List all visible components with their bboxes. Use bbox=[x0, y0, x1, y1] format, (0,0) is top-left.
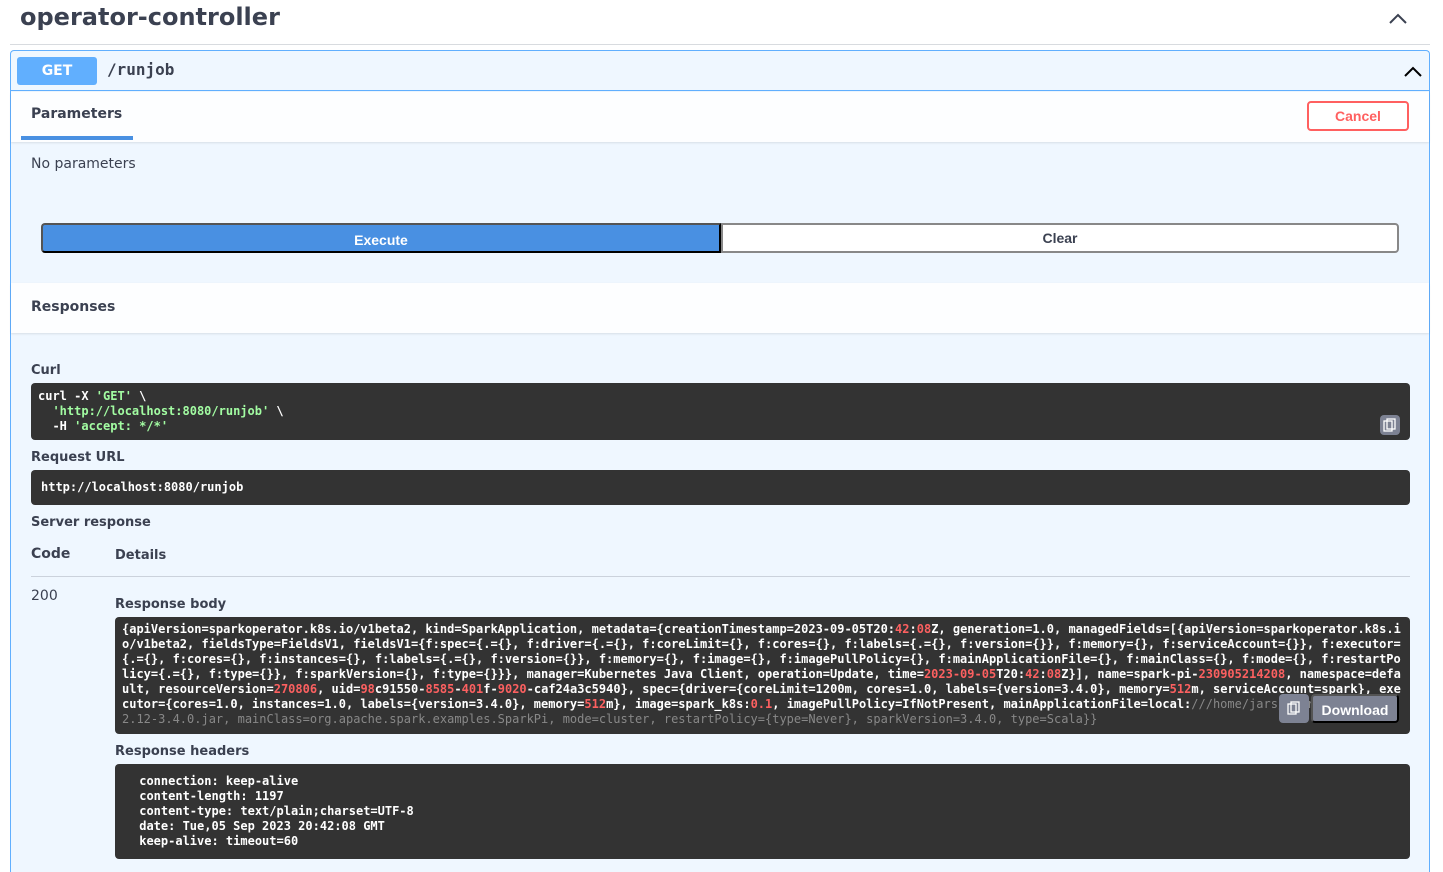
response-body-segment: 512 bbox=[1169, 682, 1192, 696]
column-code-header: Code bbox=[31, 546, 71, 562]
response-body-segment: , uid= bbox=[317, 682, 361, 696]
response-body-block[interactable]: {apiVersion=sparkoperator.k8s.io/v1beta2… bbox=[115, 617, 1410, 734]
cancel-button[interactable]: Cancel bbox=[1307, 101, 1409, 131]
table-divider bbox=[31, 576, 1410, 577]
response-body-segment: - bbox=[454, 682, 462, 696]
response-body-segment: T20: bbox=[996, 667, 1026, 681]
curl-indent bbox=[38, 404, 52, 418]
request-url-label: Request URL bbox=[31, 450, 125, 465]
curl-url: 'http://localhost:8080/runjob' bbox=[52, 404, 270, 418]
response-body-segment: : bbox=[1039, 667, 1047, 681]
curl-label: Curl bbox=[31, 363, 61, 378]
tab-parameters[interactable]: Parameters bbox=[21, 106, 133, 140]
chevron-up-icon[interactable] bbox=[1388, 10, 1408, 26]
curl-header-flag: -H bbox=[38, 419, 75, 433]
response-body-segment: 401 bbox=[461, 682, 484, 696]
response-body-segment: 0.1 bbox=[750, 697, 773, 711]
response-body-segment: 42 bbox=[1025, 667, 1040, 681]
response-body-segment: 230905214208 bbox=[1198, 667, 1286, 681]
curl-header: 'accept: */*' bbox=[74, 419, 169, 433]
curl-text: curl -X bbox=[38, 389, 96, 403]
tag-header[interactable]: operator-controller bbox=[10, 0, 1430, 45]
response-body-segment: 9020 bbox=[497, 682, 527, 696]
column-details-header: Details bbox=[115, 548, 167, 563]
responses-title: Responses bbox=[31, 299, 116, 315]
execute-button[interactable]: Execute bbox=[41, 223, 721, 253]
response-body-segment: 270806 bbox=[273, 682, 318, 696]
response-body-segment: f- bbox=[483, 682, 498, 696]
response-body-segment: : bbox=[909, 622, 917, 636]
response-body-segment: , imagePullPolicy=IfNotPresent, mainAppl… bbox=[772, 697, 1192, 711]
curl-method: 'GET' bbox=[95, 389, 132, 403]
response-body-segment: 2023-09-05 bbox=[923, 667, 997, 681]
response-body-label: Response body bbox=[115, 597, 227, 612]
operation-block: GET /runjob Parameters Cancel No paramet… bbox=[10, 50, 1430, 872]
response-body-segment: 512 bbox=[584, 697, 607, 711]
response-body-segment: m}, image=spark_k8s: bbox=[606, 697, 751, 711]
operation-summary[interactable]: GET /runjob bbox=[11, 51, 1429, 91]
clear-button[interactable]: Clear bbox=[721, 223, 1399, 253]
response-body-segment: -caf24a3c5940}, spec={driver={coreLimit=… bbox=[526, 682, 1170, 696]
tab-parameters-label: Parameters bbox=[31, 106, 123, 122]
response-headers-block[interactable]: connection: keep-alive content-length: 1… bbox=[115, 764, 1410, 859]
tag-title[interactable]: operator-controller bbox=[20, 3, 280, 31]
curl-continuation: \ bbox=[269, 404, 284, 418]
copy-icon[interactable] bbox=[1380, 415, 1400, 435]
chevron-up-icon[interactable] bbox=[1403, 63, 1423, 79]
response-body-segment: Z}], name=spark-pi- bbox=[1061, 667, 1199, 681]
response-body-segment: 08 bbox=[916, 622, 932, 636]
response-body-segment: 8585 bbox=[425, 682, 455, 696]
responses-header: Responses bbox=[11, 283, 1429, 333]
curl-code-block[interactable]: curl -X 'GET' \ 'http://localhost:8080/r… bbox=[31, 383, 1410, 440]
curl-continuation: \ bbox=[131, 389, 147, 403]
status-code: 200 bbox=[31, 588, 58, 604]
server-response-label: Server response bbox=[31, 515, 151, 530]
response-body-segment: {apiVersion=sparkoperator.k8s.io/v1beta2… bbox=[122, 622, 896, 636]
response-body-segment: c91550- bbox=[374, 682, 426, 696]
response-body-text: {apiVersion=sparkoperator.k8s.io/v1beta2… bbox=[122, 622, 1403, 727]
no-parameters-text: No parameters bbox=[31, 156, 136, 172]
download-button[interactable]: Download bbox=[1311, 694, 1399, 723]
operation-path: /runjob bbox=[107, 60, 175, 79]
request-url-value[interactable]: http://localhost:8080/runjob bbox=[31, 470, 1410, 505]
parameters-header: Parameters Cancel bbox=[11, 92, 1429, 142]
response-headers-label: Response headers bbox=[115, 744, 250, 759]
copy-icon[interactable] bbox=[1279, 694, 1309, 723]
response-body-segment: 08 bbox=[1046, 667, 1062, 681]
method-badge: GET bbox=[17, 57, 97, 85]
response-body-segment: 98 bbox=[360, 682, 375, 696]
response-body-segment: 42 bbox=[895, 622, 910, 636]
